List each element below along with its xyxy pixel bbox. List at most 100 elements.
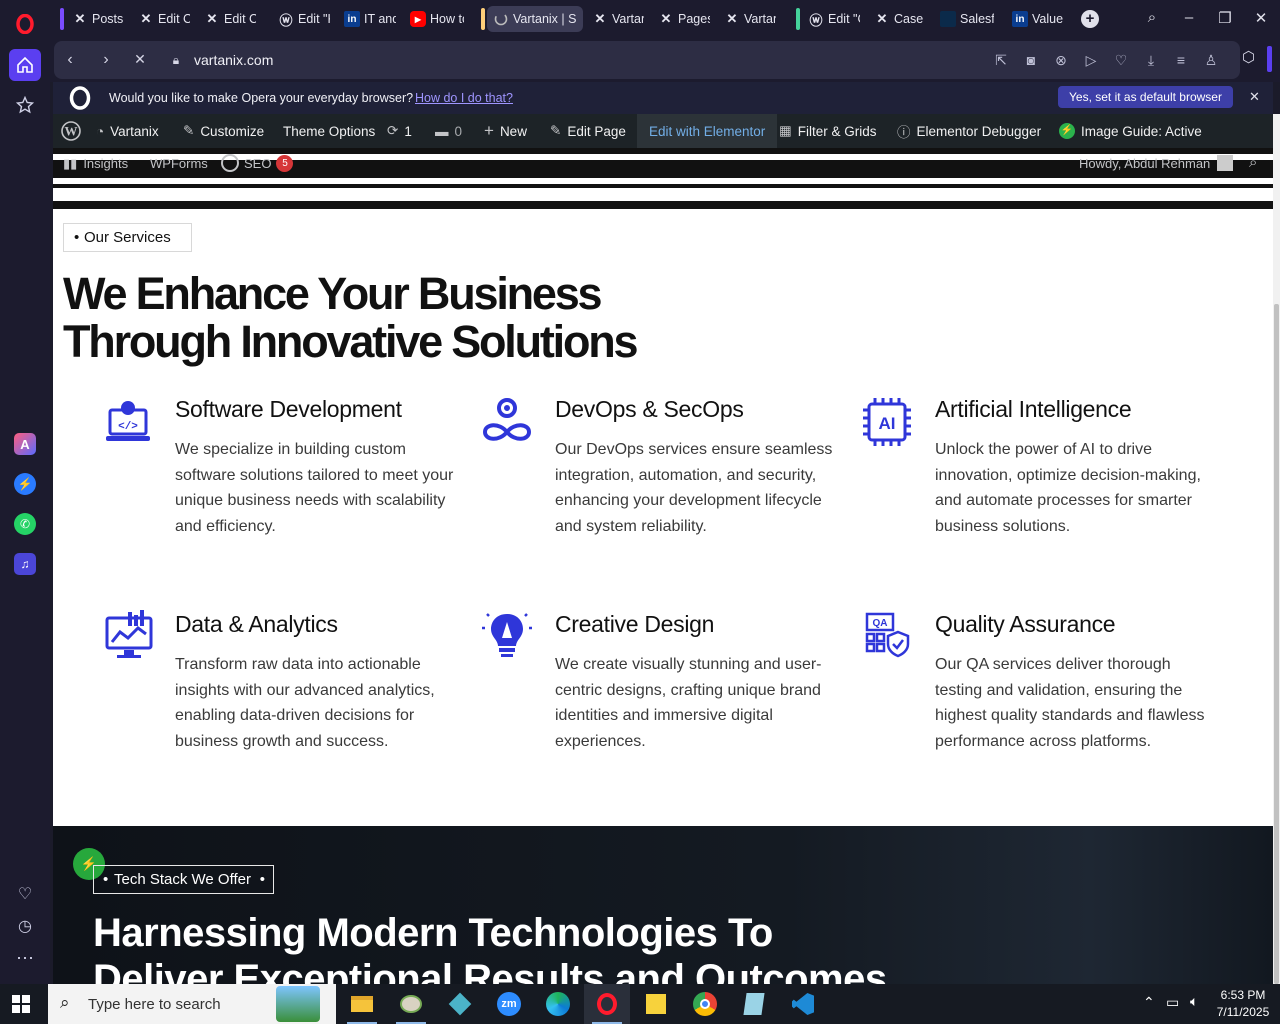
windows-start-icon[interactable]	[12, 995, 30, 1018]
tab-6-active[interactable]: Vartanix | So	[487, 6, 583, 32]
tab-strip: ✕Posts ‹ ✕Edit Co ✕Edit Co ⓦEdit "K inIT…	[50, 0, 1280, 38]
heart-icon[interactable]: ♡	[9, 878, 41, 910]
app-diamond-icon[interactable]	[437, 984, 483, 1024]
notepad-icon[interactable]	[731, 984, 777, 1024]
x-logo-icon: ✕	[594, 11, 606, 26]
tab-4[interactable]: in IT and	[338, 6, 402, 32]
opera-logo-icon[interactable]	[9, 8, 41, 40]
profile-icon[interactable]: ♙	[1202, 52, 1220, 69]
history-icon[interactable]: ◷	[9, 910, 41, 942]
extensions-icon[interactable]: ⬡	[1242, 48, 1255, 66]
service-data-analytics: Data & Analytics Transform raw data into…	[175, 611, 475, 754]
adblock-icon[interactable]: ⊗	[1052, 52, 1070, 69]
paint-app-icon[interactable]	[388, 984, 434, 1024]
banner-help-link[interactable]: How do I do that?	[415, 91, 513, 105]
tab-7[interactable]: ✕Vartani	[586, 6, 650, 32]
tab-5[interactable]: ▶How to	[404, 6, 470, 32]
tab-3[interactable]: ⓦEdit "K	[272, 6, 336, 32]
tab-8[interactable]: ✕ Pages	[652, 6, 716, 32]
wp-comments[interactable]: ▬ 0	[435, 114, 462, 148]
search-tabs-icon[interactable]: ⌕	[1142, 9, 1162, 26]
tab-10[interactable]: ⓦEdit "C	[802, 6, 866, 32]
page-scrollbar[interactable]	[1273, 114, 1280, 984]
admin-search-icon[interactable]: ⌕	[1249, 154, 1257, 171]
svg-text:QA: QA	[873, 618, 888, 629]
lock-icon[interactable]: 🔒︎	[166, 53, 186, 68]
snapshot-icon[interactable]: ◙	[1022, 52, 1040, 68]
wp-insights[interactable]: ▮▮ Insights	[63, 156, 128, 172]
creative-design-icon	[482, 613, 532, 657]
aria-icon[interactable]: A	[9, 428, 41, 460]
wp-edit-page[interactable]: ✎ Edit Page	[550, 114, 626, 148]
service-title: Data & Analytics	[175, 611, 338, 637]
seo-count-badge: 5	[276, 154, 294, 172]
wp-updates[interactable]: ⟳ 1	[387, 114, 412, 148]
devops-icon	[482, 398, 532, 441]
set-default-button[interactable]: Yes, set it as default browser	[1058, 86, 1233, 108]
network-icon[interactable]: ▭	[1166, 994, 1179, 1011]
stop-loading-icon[interactable]: ✕	[130, 51, 150, 68]
more-icon[interactable]: ⋯	[9, 942, 41, 974]
back-icon[interactable]: ‹	[60, 51, 80, 69]
file-explorer-icon[interactable]	[339, 984, 385, 1024]
download-icon[interactable]: ⤓	[1142, 52, 1160, 69]
volume-icon[interactable]: 🔈︎	[1190, 993, 1198, 1010]
service-quality-assurance: Quality Assurance Our QA services delive…	[935, 611, 1235, 754]
tab-0[interactable]: ✕Posts ‹	[66, 6, 130, 32]
tray-chevron-icon[interactable]: ⌃	[1143, 994, 1155, 1011]
wp-site-menu[interactable]: ◔ Vartanix	[96, 114, 159, 148]
scrollbar-thumb[interactable]	[1274, 304, 1279, 984]
wp-new[interactable]: + New	[484, 114, 527, 148]
url-text[interactable]: vartanix.com	[194, 52, 273, 68]
wp-elementor-debugger[interactable]: ⓘ Elementor Debugger	[897, 114, 1041, 148]
zoom-icon[interactable]: zm	[486, 984, 532, 1024]
taskbar-search-box[interactable]: ⌕ Type here to search	[48, 984, 336, 1024]
clock[interactable]: 6:53 PM 7/11/2025	[1214, 987, 1272, 1021]
vscode-icon[interactable]	[780, 984, 826, 1024]
restore-button[interactable]: ❐	[1215, 9, 1235, 27]
wp-image-guide[interactable]: ⚡ Image Guide: Active	[1059, 114, 1202, 148]
star-icon[interactable]	[9, 89, 41, 121]
wp-edit-elementor[interactable]: Edit with Elementor	[637, 114, 778, 148]
bullet: •	[103, 871, 109, 888]
wordpress-icon: ⓦ	[809, 12, 823, 28]
tab-9[interactable]: ✕Vartani	[718, 6, 782, 32]
whatsapp-icon[interactable]: ✆	[9, 508, 41, 540]
home-icon[interactable]	[9, 49, 41, 81]
chrome-icon[interactable]	[682, 984, 728, 1024]
wp-customize[interactable]: ✎ Customize	[183, 114, 264, 148]
tab-11[interactable]: ✕Case st	[868, 6, 932, 32]
opera-taskbar-icon[interactable]	[584, 984, 630, 1024]
youtube-icon: ▶	[410, 11, 426, 27]
tab-1[interactable]: ✕Edit Co	[132, 6, 196, 32]
wp-howdy[interactable]: Howdy, Abdul Rehman	[1079, 156, 1210, 171]
bullet: •	[74, 229, 80, 246]
tab-2[interactable]: ✕Edit Co	[198, 6, 262, 32]
wp-filter-grids[interactable]: ▦ Filter & Grids	[779, 114, 877, 148]
close-window-button[interactable]: ✕	[1251, 9, 1271, 27]
my-flow-icon[interactable]: ♡	[1112, 52, 1130, 69]
x-logo-icon: ✕	[660, 11, 672, 26]
x-logo-icon: ✕	[206, 11, 218, 26]
tab-12[interactable]: Salesfo	[934, 6, 1000, 32]
music-player-icon[interactable]: ♫	[9, 548, 41, 580]
share-icon[interactable]: ⇱	[992, 52, 1010, 69]
wp-wpforms[interactable]: WPForms	[150, 156, 208, 171]
tab-13[interactable]: inValue c	[1006, 6, 1072, 32]
edge-icon[interactable]	[535, 984, 581, 1024]
easy-setup-icon[interactable]: ≡	[1172, 52, 1190, 68]
address-bar[interactable]: ‹ › ✕ 🔒︎ vartanix.com ⇱ ◙ ⊗ ▷ ♡ ⤓ ≡ ♙	[54, 41, 1240, 79]
avatar[interactable]	[1217, 155, 1233, 171]
wp-seo[interactable]: SEO 5	[221, 154, 294, 172]
svg-text:</>: </>	[118, 421, 138, 433]
player-icon[interactable]: ▷	[1082, 52, 1100, 69]
forward-icon[interactable]: ›	[96, 51, 116, 69]
sticky-notes-icon[interactable]	[633, 984, 679, 1024]
banner-close-icon[interactable]: ✕	[1249, 89, 1260, 105]
services-heading: We Enhance Your Business Through Innovat…	[63, 268, 639, 367]
minimize-button[interactable]: –	[1179, 9, 1199, 26]
new-tab-button[interactable]: +	[1081, 10, 1099, 28]
messenger-icon[interactable]: ⚡	[9, 468, 41, 500]
wp-theme-options[interactable]: Theme Options	[283, 114, 375, 148]
wordpress-logo-icon[interactable]: W	[61, 114, 81, 148]
